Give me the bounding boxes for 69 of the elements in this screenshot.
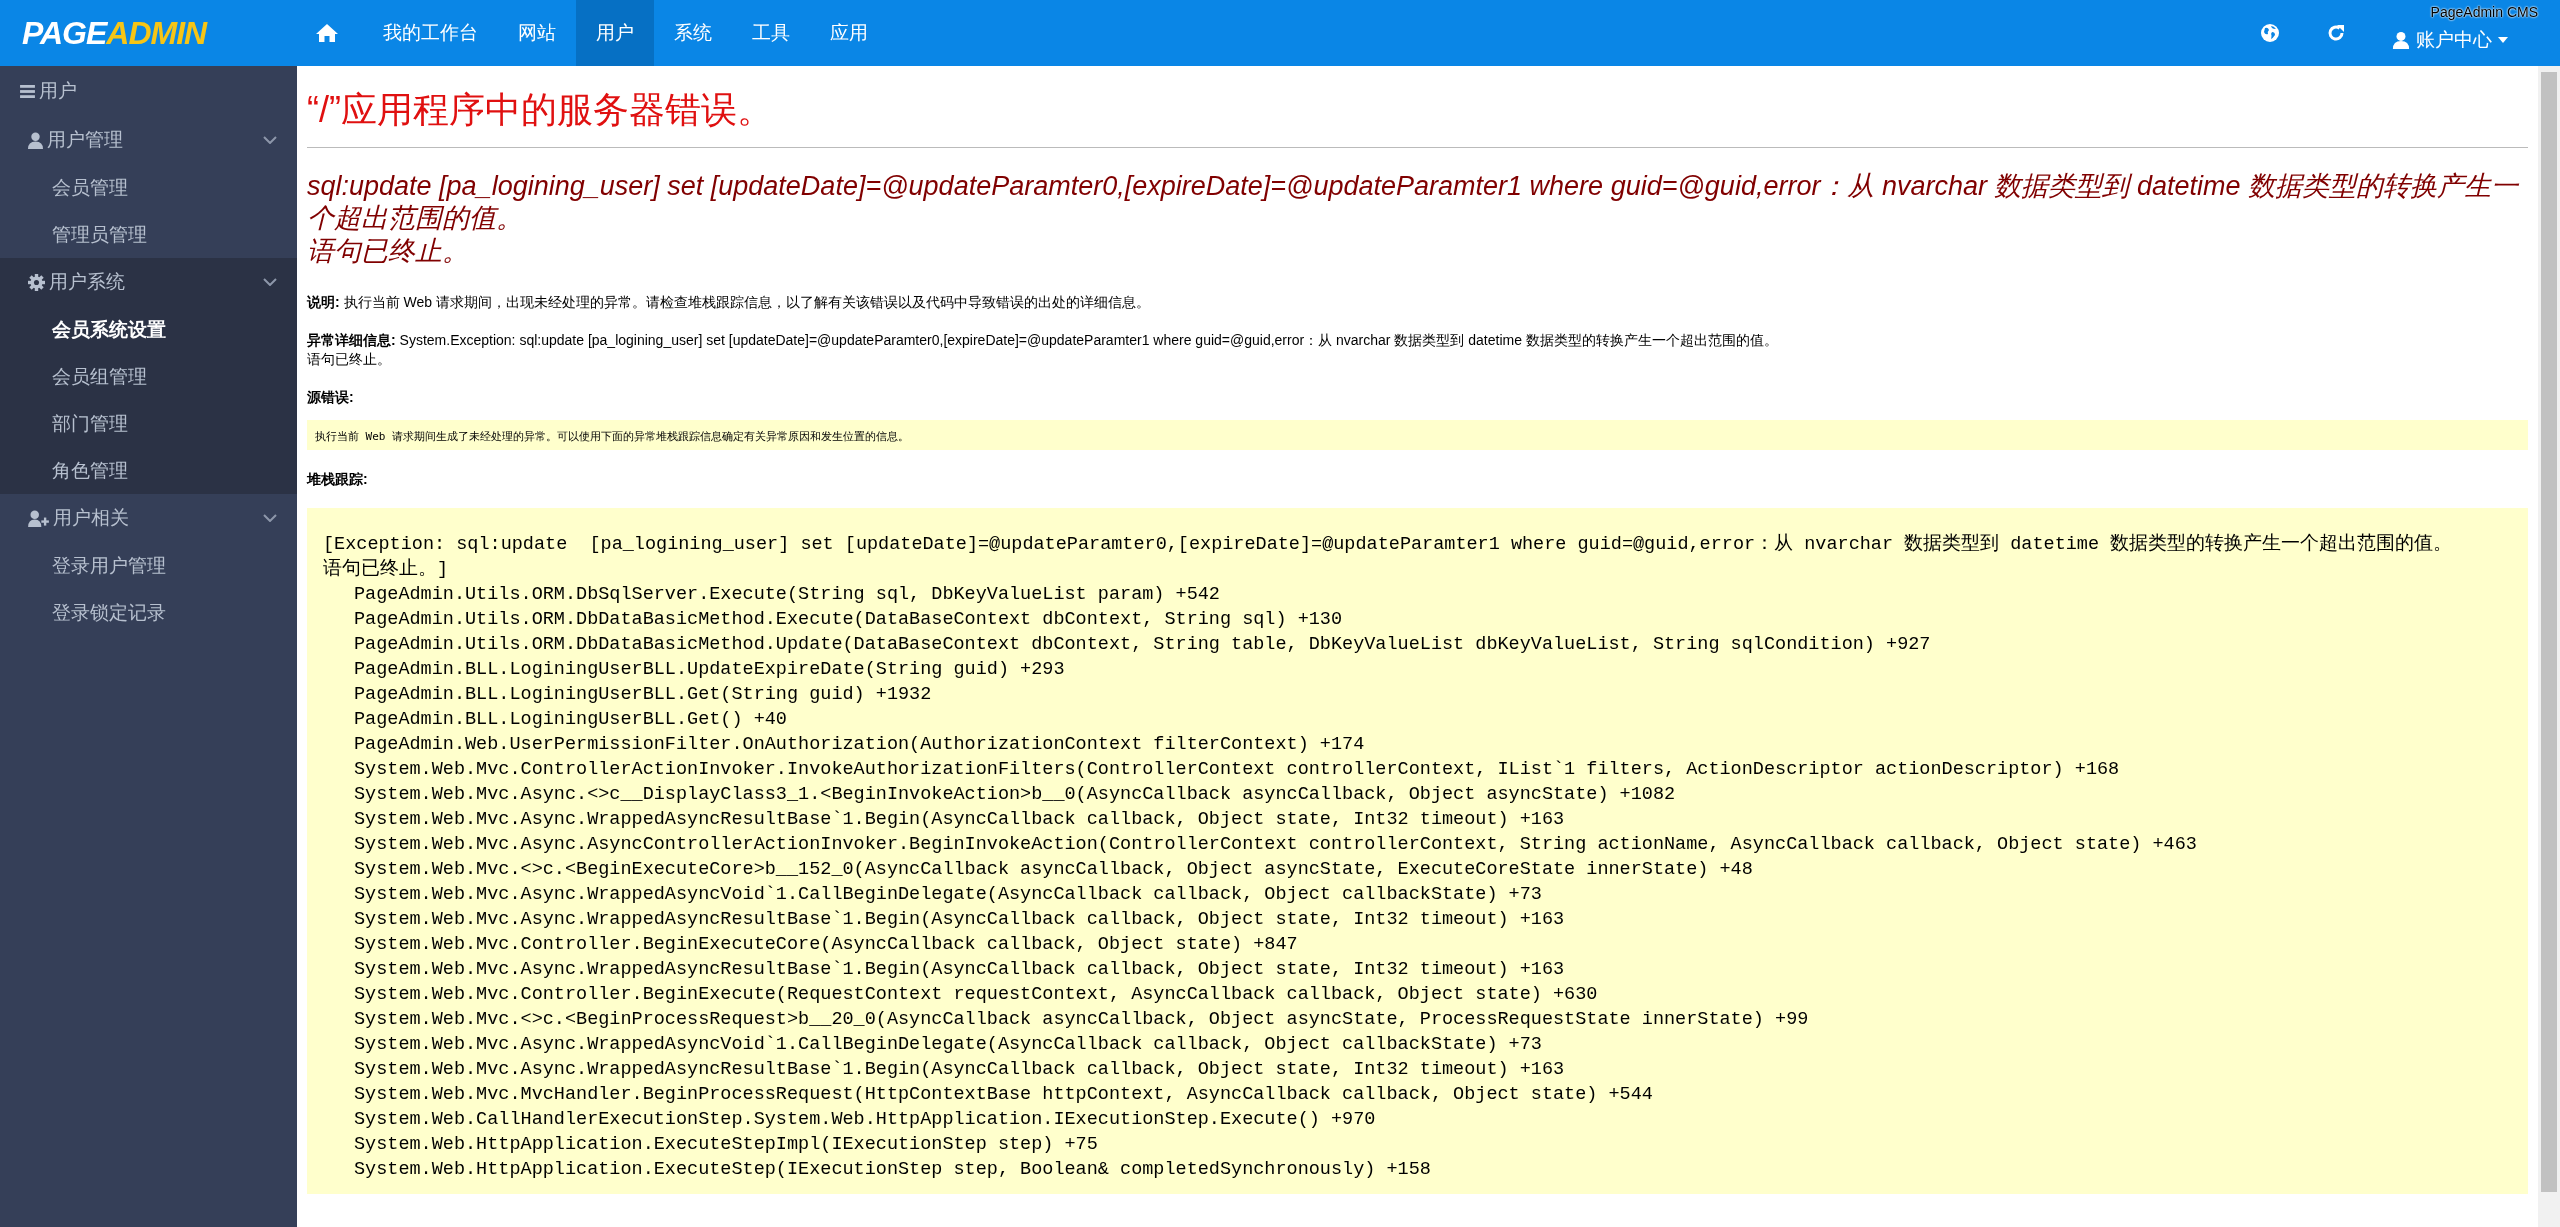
stack-trace-line: PageAdmin.BLL.LoginingUserBLL.Get(String guid) +1932 [354,684,932,706]
nav-tab[interactable]: 工具 [732,0,810,66]
exception-details: 异常详细信息: System.Exception: sql:update [pa_logining_user] set [updateDate]=@updateParamter0,[expireDate]=@updateParamter1 where guid=@guid,error：从 nvarchar 数据类型到 datetime 数据类型的转换产生一个超出范围的值。 [307,332,1778,349]
stack-trace-line: System.Web.CallHandlerExecutionStep.System.Web.HttpApplication.IExecutionStep.Execute() +970 [354,1109,1376,1131]
sidebar-item[interactable]: 角色管理 [0,447,297,494]
stack-trace-line: System.Web.Mvc.<>c.<BeginProcessRequest>b__20_0(AsyncCallback asyncCallback, Object asyncState, ProcessRequestState innerState) +99 [354,1009,1809,1031]
error-message: 语句已终止。 [307,235,469,266]
nav-tab[interactable]: 网站 [498,0,576,66]
sidebar-item[interactable]: 会员管理 [0,164,297,211]
logo[interactable]: PAGEADMIN [0,14,297,52]
nav-tab[interactable]: 我的工作台 [363,0,498,66]
nav-tab[interactable]: 用户 [576,0,654,66]
chevron-icon [263,136,277,144]
sidebar-item[interactable]: 登录用户管理 [0,542,297,589]
account-menu[interactable]: 账户中心 [2392,27,2508,53]
chevron-icon [263,514,277,522]
stack-trace-line: System.Web.Mvc.MvcHandler.BeginProcessRequest(HttpContextBase httpContext, AsyncCallback callback, Object state) +544 [354,1084,1653,1106]
stack-trace-line: PageAdmin.BLL.LoginingUserBLL.UpdateExpireDate(String guid) +293 [354,659,1065,681]
stack-trace-line: System.Web.Mvc.Async.AsyncControllerActionInvoker.BeginInvokeAction(ControllerContext controllerContext, String actionName, AsyncCallback callback, Object state) +463 [354,834,2197,856]
stack-trace-line: System.Web.Mvc.Async.WrappedAsyncVoid`1.CallBeginDelegate(AsyncCallback callback, Object callbackState) +73 [354,1034,1542,1056]
refresh-icon[interactable] [2326,23,2346,43]
stack-trace-line: System.Web.Mvc.Async.WrappedAsyncResultBase`1.Begin(AsyncCallback callback, Object state, Int32 timeout) +163 [354,959,1565,981]
exception-details: 语句已终止。 [307,350,391,367]
chevron-icon [263,278,277,286]
stack-trace-line: PageAdmin.Utils.ORM.DbSqlServer.Execute(String sql, DbKeyValueList param) +542 [354,584,1220,606]
gear-icon [28,273,45,291]
sidebar-group[interactable]: 用户管理 [0,116,297,164]
source-error-text: 执行当前 Web 请求期间生成了未经处理的异常。可以使用下面的异常堆栈跟踪信息确定有关异常原因和发生位置的信息。 [315,429,910,443]
description-text: 说明: 执行当前 Web 请求期间，出现未经处理的异常。请检查堆栈跟踪信息，以了解有关该错误以及代码中导致错误的出处的详细信息。 [307,294,1150,311]
sidebar-item[interactable]: 会员组管理 [0,353,297,400]
stack-trace-line: System.Web.Mvc.Controller.BeginExecute(RequestContext requestContext, AsyncCallback callback, Object state) +630 [354,984,1598,1006]
section-heading: 源错误: [307,388,354,405]
stack-trace-line: PageAdmin.Web.UserPermissionFilter.OnAuthorization(AuthorizationContext filterContext) +174 [354,734,1365,756]
site-name-label: PageAdmin CMS [2430,4,2538,20]
nav-tab[interactable]: 系统 [654,0,732,66]
stack-trace-line: System.Web.Mvc.Async.WrappedAsyncResultBase`1.Begin(AsyncCallback callback, Object state, Int32 timeout) +163 [354,1059,1565,1081]
sidebar-group[interactable]: 用户系统 [0,258,297,306]
stack-trace-line: System.Web.Mvc.<>c.<BeginExecuteCore>b__152_0(AsyncCallback asyncCallback, Object asyncState, ExecuteCoreState innerState) +48 [354,859,1753,881]
user-icon [28,131,43,149]
home-icon[interactable] [315,23,339,43]
user-plus-icon [28,509,49,527]
stack-trace-line: 语句已终止。] [323,559,449,581]
user-icon [2392,31,2410,49]
nav-tab[interactable]: 应用 [810,0,888,66]
sidebar-title: 用户 [39,79,77,103]
globe-icon[interactable] [2260,23,2280,43]
stack-trace-line: [Exception: sql:update [pa_logining_user] set [updateDate]=@updateParamter0,[expireDate]=@updateParamter1 where guid=@guid,error：从 nvarchar 数据类型到 datetime 数据类型的转换产生一个超出范围的值。 [323,534,2453,556]
scrollbar[interactable] [2538,66,2560,1227]
sidebar-item[interactable]: 登录锁定记录 [0,589,297,636]
stack-trace-line: System.Web.Mvc.ControllerActionInvoker.InvokeAuthorizationFilters(ControllerContext controllerContext, IList`1 filters, ActionDescriptor actionDescriptor) +168 [354,759,2120,781]
stack-trace-line: System.Web.Mvc.Async.WrappedAsyncResultBase`1.Begin(AsyncCallback callback, Object state, Int32 timeout) +163 [354,909,1565,931]
sidebar-item[interactable]: 管理员管理 [0,211,297,258]
stack-trace-line: System.Web.Mvc.Async.WrappedAsyncVoid`1.CallBeginDelegate(AsyncCallback callback, Object callbackState) +73 [354,884,1542,906]
stack-trace-line: System.Web.HttpApplication.ExecuteStep(IExecutionStep step, Boolean& completedSynchronously) +158 [354,1159,1431,1181]
stack-trace-line: PageAdmin.Utils.ORM.DbDataBasicMethod.Update(DataBaseContext dbContext, String table, DbKeyValueList dbKeyValueList, String sqlCondition) +927 [354,634,1931,656]
stack-trace-line: PageAdmin.Utils.ORM.DbDataBasicMethod.Execute(DataBaseContext dbContext, String sql) +130 [354,609,1343,631]
stack-trace-line: System.Web.Mvc.Async.WrappedAsyncResultBase`1.Begin(AsyncCallback callback, Object state, Int32 timeout) +163 [354,809,1565,831]
sidebar-item[interactable]: 会员系统设置 [0,306,297,353]
stack-trace-line: System.Web.HttpApplication.ExecuteStepImpl(IExecutionStep step) +75 [354,1134,1098,1156]
sidebar-group[interactable]: 用户相关 [0,494,297,542]
error-message: sql:update [pa_logining_user] set [updateDate]=@updateParamter0,[expireDate]=@updateParamter1 where guid=@guid,error：从 nvarchar 数据类型到 datetime 数据类型的转换产生一个超出范围的值。 [307,171,2519,234]
stack-trace-line: System.Web.Mvc.Async.<>c__DisplayClass3_1.<BeginInvokeAction>b__0(AsyncCallback asyncCallback, Object asyncState) +1082 [354,784,1676,806]
section-heading: 堆栈跟踪: [307,470,368,487]
sidebar-item[interactable]: 部门管理 [0,400,297,447]
error-title: “/”应用程序中的服务器错误。 [307,88,774,132]
menu-icon [20,84,35,98]
caret-icon [2498,37,2508,43]
stack-trace-line: PageAdmin.BLL.LoginingUserBLL.Get() +40 [354,709,787,731]
stack-trace-line: System.Web.Mvc.Controller.BeginExecuteCore(AsyncCallback callback, Object state) +847 [354,934,1298,956]
